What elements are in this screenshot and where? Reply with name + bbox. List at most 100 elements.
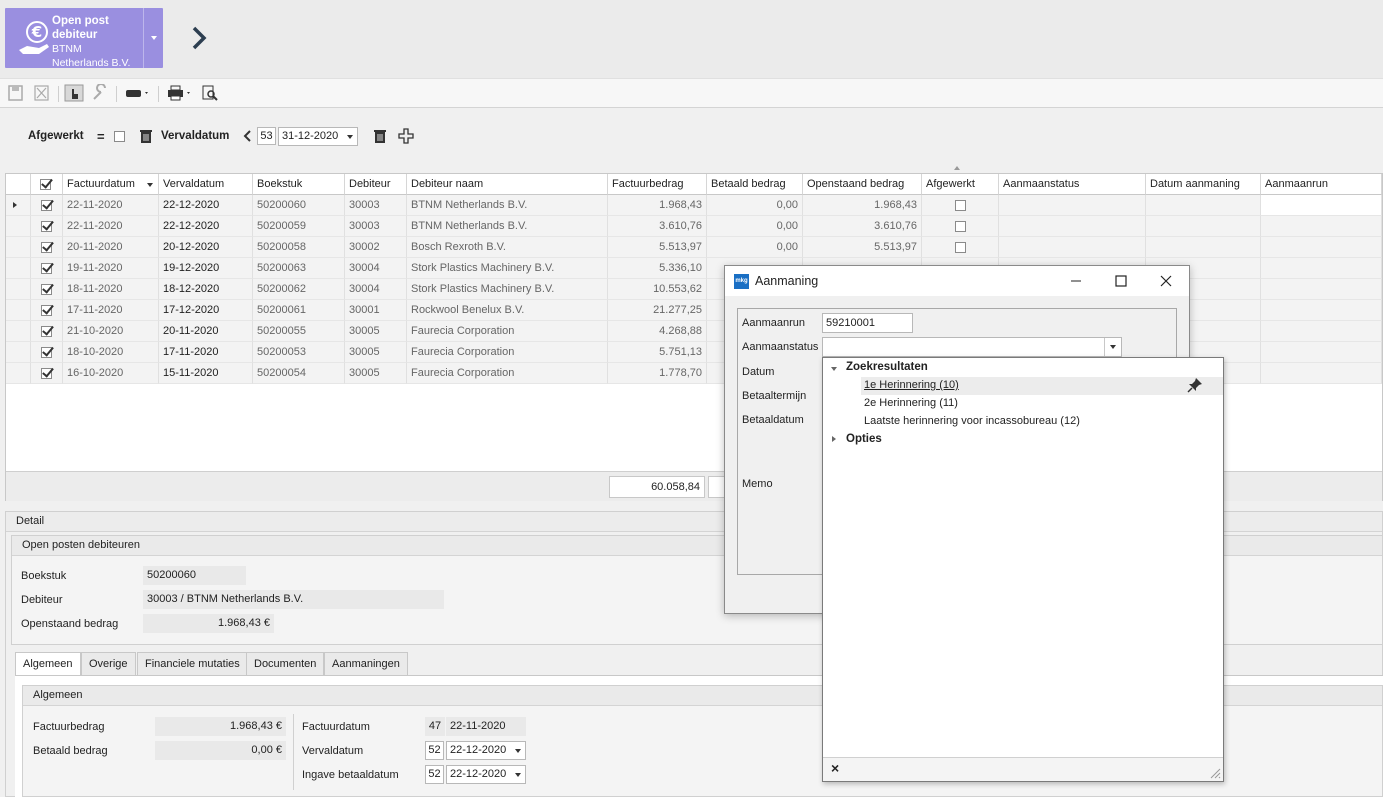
tab-overige[interactable]: Overige — [81, 652, 136, 675]
cell-debiteur: 30003 — [345, 195, 407, 216]
col-boekstuk[interactable]: Boekstuk — [253, 174, 345, 195]
cell-betaald: 0,00 — [707, 216, 803, 237]
filter-date-select[interactable]: 31-12-2020 — [278, 127, 358, 146]
equals-operator-icon[interactable]: = — [97, 130, 105, 143]
cell-naam: Faurecia Corporation — [407, 363, 608, 384]
column-divider — [293, 714, 294, 790]
popup-close-icon[interactable]: × — [831, 760, 839, 776]
filter-afgewerkt-label: Afgewerkt — [28, 130, 84, 142]
hand-pointer-icon[interactable] — [64, 84, 84, 102]
vervaldatum-week[interactable]: 52 — [425, 741, 444, 760]
col-debiteur[interactable]: Debiteur — [345, 174, 407, 195]
afgewerkt-checkbox[interactable] — [954, 241, 966, 253]
cell-factuurdatum: 22-11-2020 — [63, 195, 159, 216]
tab-aanmaningen[interactable]: Aanmaningen — [324, 652, 408, 675]
popup-item-2e-herinnering[interactable]: 2e Herinnering (11) — [864, 397, 958, 409]
toolbar-separator — [116, 86, 117, 102]
print-preview-icon[interactable] — [200, 84, 220, 102]
row-checkbox[interactable] — [41, 346, 52, 358]
col-afgewerkt[interactable]: Afgewerkt — [922, 174, 999, 195]
group-zoekresultaten[interactable]: Zoekresultaten — [846, 361, 928, 373]
select-all-checkbox[interactable] — [40, 178, 51, 190]
debiteur-label: Debiteur — [21, 594, 63, 606]
row-indicator — [6, 237, 31, 258]
col-debiteur-naam[interactable]: Debiteur naam — [407, 174, 608, 195]
row-checkbox[interactable] — [41, 241, 52, 253]
wrench-icon[interactable] — [90, 84, 110, 102]
cell-factuurbedrag: 4.268,88 — [608, 321, 707, 342]
row-indicator — [6, 279, 31, 300]
app-dropdown-button[interactable] — [143, 8, 163, 68]
expand-icon[interactable] — [832, 436, 836, 442]
cell-factuurdatum: 20-11-2020 — [63, 237, 159, 258]
cell-betaald: 0,00 — [707, 195, 803, 216]
discard-icon[interactable] — [32, 84, 52, 102]
col-factuurdatum[interactable]: Factuurdatum — [63, 174, 159, 195]
popup-item-1e-herinnering[interactable]: 1e Herinnering (10) — [864, 379, 959, 391]
tab-documenten[interactable]: Documenten — [246, 652, 325, 675]
ingave-betaaldatum-select[interactable]: 22-12-2020 — [446, 765, 526, 784]
cell-empty — [1146, 237, 1261, 258]
cell-boekstuk: 50200060 — [253, 195, 345, 216]
cell-boekstuk: 50200062 — [253, 279, 345, 300]
cell-openstaand: 1.968,43 — [803, 195, 922, 216]
cell-boekstuk: 50200058 — [253, 237, 345, 258]
row-checkbox[interactable] — [41, 367, 52, 379]
pin-icon[interactable] — [1187, 377, 1203, 393]
group-opties[interactable]: Opties — [846, 433, 882, 445]
save-icon[interactable] — [6, 84, 26, 102]
close-icon[interactable] — [1158, 273, 1174, 289]
cell-boekstuk: 50200055 — [253, 321, 345, 342]
add-filter-icon[interactable] — [398, 128, 414, 144]
cell-aanmaanrun — [1261, 216, 1382, 237]
afgewerkt-checkbox[interactable] — [954, 199, 966, 211]
cell-naam: Faurecia Corporation — [407, 342, 608, 363]
row-checkbox[interactable] — [41, 262, 52, 274]
app-title: Open post debiteur — [52, 15, 109, 41]
col-betaald-bedrag[interactable]: Betaald bedrag — [707, 174, 803, 195]
cell-factuurbedrag: 5.513,97 — [608, 237, 707, 258]
keyboard-icon[interactable] — [124, 84, 152, 102]
collapse-icon[interactable] — [831, 367, 837, 371]
dialog-titlebar[interactable]: mkg Aanmaning — [725, 266, 1189, 296]
aanmaanstatus-select[interactable] — [822, 337, 1122, 357]
ingave-week[interactable]: 52 — [425, 765, 444, 784]
app-tile[interactable]: € Open post debiteur BTNM Netherlands B.… — [5, 8, 163, 69]
row-checkbox[interactable] — [41, 199, 52, 211]
filter-week-field[interactable]: 53 — [257, 127, 276, 145]
maximize-icon[interactable] — [1113, 273, 1129, 289]
col-vervaldatum[interactable]: Vervaldatum — [159, 174, 253, 195]
row-checkbox[interactable] — [41, 220, 52, 232]
chevron-right-icon[interactable] — [188, 24, 210, 52]
aanmaanstatus-dropdown-button[interactable] — [1104, 338, 1121, 356]
col-datum-aanmaning[interactable]: Datum aanmaning — [1146, 174, 1261, 195]
row-select — [31, 279, 63, 300]
aanmaanrun-field[interactable]: 59210001 — [822, 313, 913, 333]
row-select — [31, 363, 63, 384]
row-indicator — [6, 258, 31, 279]
tab-algemeen[interactable]: Algemeen — [15, 652, 81, 676]
tab-financiele-mutaties[interactable]: Financiele mutaties — [137, 652, 248, 675]
popup-item-laatste-herinnering[interactable]: Laatste herinnering voor incassobureau (… — [864, 415, 1080, 427]
cell-debiteur: 30005 — [345, 342, 407, 363]
print-icon[interactable] — [166, 84, 194, 102]
chevron-left-icon[interactable] — [242, 129, 252, 143]
col-aanmaanrun[interactable]: Aanmaanrun — [1261, 174, 1382, 195]
resize-grip-icon[interactable] — [1209, 767, 1221, 779]
row-checkbox[interactable] — [41, 304, 52, 316]
trash-icon[interactable] — [139, 128, 153, 144]
cell-factuurdatum: 16-10-2020 — [63, 363, 159, 384]
trash-icon[interactable] — [373, 128, 387, 144]
row-checkbox[interactable] — [41, 283, 52, 295]
col-aanmaanstatus[interactable]: Aanmaanstatus — [999, 174, 1146, 195]
cell-aanmaanrun — [1261, 279, 1382, 300]
select-all-header[interactable] — [31, 174, 63, 195]
col-factuurbedrag[interactable]: Factuurbedrag — [608, 174, 707, 195]
minimize-icon[interactable] — [1068, 273, 1084, 289]
filter-afgewerkt-checkbox[interactable] — [114, 130, 125, 142]
afgewerkt-checkbox[interactable] — [954, 220, 966, 232]
col-openstaand-bedrag[interactable]: Openstaand bedrag — [803, 174, 922, 195]
vervaldatum-select[interactable]: 22-12-2020 — [446, 741, 526, 760]
row-checkbox[interactable] — [41, 325, 52, 337]
boekstuk-label: Boekstuk — [21, 570, 67, 582]
